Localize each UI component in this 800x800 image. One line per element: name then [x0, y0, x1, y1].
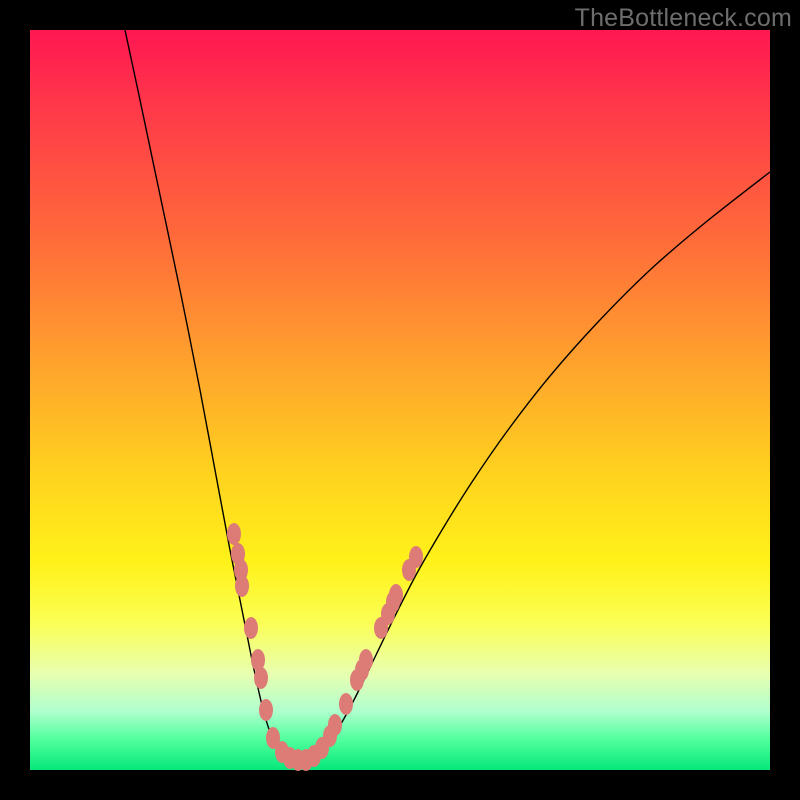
- data-marker: [409, 546, 423, 568]
- watermark-text: TheBottleneck.com: [575, 4, 792, 33]
- data-marker: [259, 699, 273, 721]
- data-marker: [389, 584, 403, 606]
- data-marker: [235, 575, 249, 597]
- chart-frame: TheBottleneck.com: [0, 0, 800, 800]
- data-marker: [328, 714, 342, 736]
- bottleneck-curve: [125, 30, 770, 761]
- data-marker: [339, 693, 353, 715]
- data-marker: [254, 667, 268, 689]
- data-marker: [244, 617, 258, 639]
- data-marker: [227, 523, 241, 545]
- bottleneck-curve-svg: [30, 30, 770, 770]
- data-marker: [359, 649, 373, 671]
- data-markers: [227, 523, 423, 771]
- plot-area: [30, 30, 770, 770]
